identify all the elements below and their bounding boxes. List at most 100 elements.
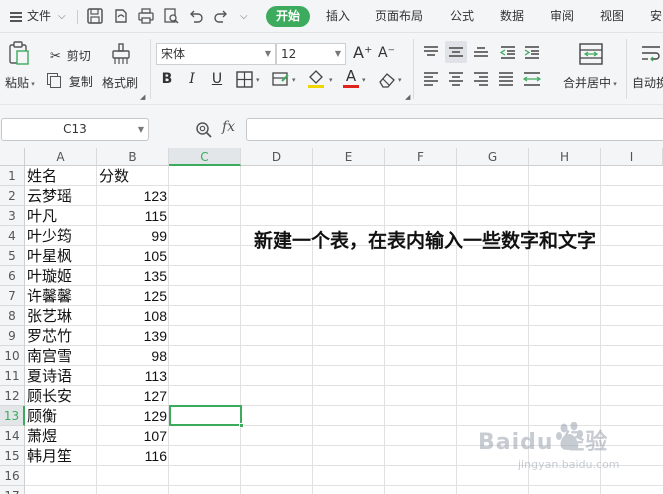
bold-button[interactable]: B [157, 69, 177, 89]
row-header-5[interactable]: 5 [0, 246, 25, 266]
row-header-6[interactable]: 6 [0, 266, 25, 286]
hamburger-menu-icon[interactable] [10, 12, 22, 22]
row-header-12[interactable]: 12 [0, 386, 25, 406]
name-box[interactable]: C13 ▼ [1, 118, 149, 141]
row-header-8[interactable]: 8 [0, 306, 25, 326]
increase-font-size-button[interactable]: A⁺ [353, 43, 372, 62]
row-header-7[interactable]: 7 [0, 286, 25, 306]
file-menu[interactable]: 文件 [27, 0, 51, 33]
clear-format-icon[interactable] [378, 71, 396, 88]
row-header-1[interactable]: 1 [0, 166, 25, 186]
fill-color-icon[interactable] [307, 69, 325, 89]
paste-button[interactable]: 粘贴 ▾ [5, 74, 35, 91]
active-cell-c13[interactable] [169, 405, 244, 428]
table-cell-name[interactable]: 萧煜 [27, 426, 97, 446]
row-header-10[interactable]: 10 [0, 346, 25, 366]
paste-icon[interactable] [8, 41, 30, 65]
tab-data[interactable]: 数据 [500, 0, 524, 33]
table-cell-score[interactable]: 116 [97, 446, 167, 466]
tab-review[interactable]: 审阅 [550, 0, 574, 33]
cell-a1[interactable]: 姓名 [27, 166, 97, 186]
row-header-16[interactable]: 16 [0, 466, 25, 486]
chevron-down-icon[interactable]: ▾ [292, 76, 296, 84]
table-cell-score[interactable]: 107 [97, 426, 167, 446]
column-header-a[interactable]: A [25, 148, 97, 166]
print-icon[interactable] [137, 7, 155, 25]
italic-button[interactable]: I [182, 69, 202, 89]
fill-handle[interactable] [239, 423, 244, 428]
merge-center-icon[interactable] [579, 43, 603, 65]
chevron-down-icon[interactable]: ▾ [329, 76, 333, 84]
cell-b1[interactable]: 分数 [99, 166, 169, 186]
tab-insert[interactable]: 插入 [326, 0, 350, 33]
column-header-g[interactable]: G [457, 148, 529, 166]
wrap-text-button[interactable]: 自动换 [632, 74, 663, 91]
export-pdf-icon[interactable] [112, 7, 130, 25]
increase-indent-icon[interactable] [524, 45, 540, 59]
table-cell-name[interactable]: 许馨馨 [27, 286, 97, 306]
distributed-align-icon[interactable] [523, 72, 541, 86]
row-header-3[interactable]: 3 [0, 206, 25, 226]
table-cell-name[interactable]: 叶璇姬 [27, 266, 97, 286]
tab-formulas[interactable]: 公式 [450, 0, 474, 33]
align-right-icon[interactable] [473, 72, 489, 86]
quick-access-dropdown-icon[interactable]: ⌵ [240, 0, 248, 33]
column-header-h[interactable]: H [529, 148, 601, 166]
save-icon[interactable] [86, 7, 104, 25]
tab-home[interactable]: 开始 [266, 6, 310, 27]
table-cell-name[interactable]: 罗芯竹 [27, 326, 97, 346]
table-cell-name[interactable]: 叶少筠 [27, 226, 97, 246]
tab-security[interactable]: 安 [650, 0, 662, 33]
table-cell-score[interactable]: 105 [97, 246, 167, 266]
column-header-c[interactable]: C [169, 148, 241, 166]
table-cell-score[interactable]: 113 [97, 366, 167, 386]
row-header-14[interactable]: 14 [0, 426, 25, 446]
font-size-select[interactable]: 12 ▼ [276, 43, 346, 65]
table-cell-name[interactable]: 顾衡 [27, 406, 97, 426]
row-header-9[interactable]: 9 [0, 326, 25, 346]
chevron-down-icon[interactable]: ⌵ [58, 0, 66, 33]
table-cell-score[interactable]: 99 [97, 226, 167, 246]
align-top-icon[interactable] [423, 45, 439, 59]
column-header-d[interactable]: D [241, 148, 313, 166]
copy-button[interactable]: 复制 [50, 73, 93, 90]
chevron-down-icon[interactable]: ▾ [398, 76, 402, 84]
table-cell-name[interactable]: 韩月笙 [27, 446, 97, 466]
table-cell-score[interactable]: 123 [97, 186, 167, 206]
format-painter-button[interactable]: 格式刷 [102, 74, 138, 91]
column-header-i[interactable]: I [601, 148, 663, 166]
merge-center-button[interactable]: 合并居中 ▾ [563, 74, 617, 91]
column-header-b[interactable]: B [97, 148, 169, 166]
tab-page-layout[interactable]: 页面布局 [375, 0, 423, 33]
zoom-function-icon[interactable] [195, 121, 213, 139]
align-bottom-icon[interactable] [473, 45, 489, 59]
font-name-select[interactable]: 宋体 ▼ [156, 43, 276, 65]
decrease-font-size-button[interactable]: A⁻ [378, 45, 395, 61]
print-preview-icon[interactable] [162, 7, 180, 25]
table-cell-score[interactable]: 127 [97, 386, 167, 406]
formula-input[interactable] [246, 118, 663, 141]
chevron-down-icon[interactable]: ▾ [256, 76, 260, 84]
cut-button[interactable]: ✂ 剪切 [50, 47, 91, 64]
row-header-17[interactable]: 17 [0, 486, 25, 494]
font-color-icon[interactable]: A [343, 67, 359, 89]
row-header-2[interactable]: 2 [0, 186, 25, 206]
table-cell-name[interactable]: 叶星枫 [27, 246, 97, 266]
format-painter-icon[interactable] [110, 42, 132, 66]
row-header-4[interactable]: 4 [0, 226, 25, 246]
table-cell-score[interactable]: 135 [97, 266, 167, 286]
chevron-down-icon[interactable]: ▾ [362, 76, 366, 84]
table-cell-name[interactable]: 云梦瑶 [27, 186, 97, 206]
tab-view[interactable]: 视图 [600, 0, 624, 33]
table-cell-score[interactable]: 139 [97, 326, 167, 346]
redo-icon[interactable] [212, 7, 230, 25]
table-cell-name[interactable]: 顾长安 [27, 386, 97, 406]
decrease-indent-icon[interactable] [500, 45, 516, 59]
cell-style-icon[interactable] [272, 71, 290, 88]
column-header-e[interactable]: E [313, 148, 385, 166]
undo-icon[interactable] [187, 7, 205, 25]
select-all-corner[interactable] [0, 148, 25, 166]
insert-function-button[interactable]: fx [222, 119, 235, 135]
wrap-text-icon[interactable] [640, 43, 662, 65]
table-cell-score[interactable]: 108 [97, 306, 167, 326]
